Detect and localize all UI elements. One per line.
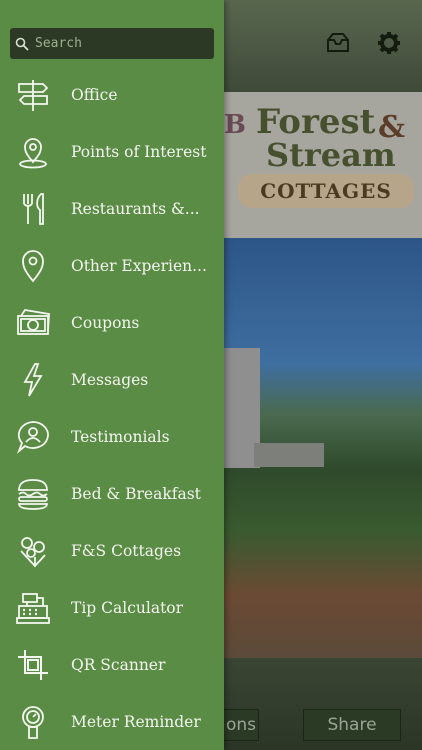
gear-icon[interactable] [376, 30, 402, 56]
menu-item-meter-reminder[interactable]: Meter Reminder [0, 693, 224, 750]
money-icon [14, 304, 52, 342]
menu-item-label: Restaurants &... [71, 199, 200, 218]
menu-item-label: Other Experien... [71, 256, 207, 275]
coupons-button[interactable]: ons [224, 709, 259, 741]
menu-item-label: F&S Cottages [71, 541, 182, 560]
building-shape [254, 443, 324, 467]
menu-list: Office Points of Interest Restaurants &.… [0, 66, 224, 750]
menu-item-label: Testimonials [71, 427, 170, 446]
logo-mark: B [224, 110, 246, 140]
menu-item-tip-calculator[interactable]: Tip Calculator [0, 579, 224, 636]
inbox-icon[interactable] [325, 30, 351, 56]
speech-bubble-icon [14, 418, 52, 456]
cash-register-icon [14, 589, 52, 627]
menu-item-label: Points of Interest [71, 142, 207, 161]
lightning-icon [14, 361, 52, 399]
search-box[interactable] [10, 28, 214, 59]
fork-knife-icon [14, 190, 52, 228]
menu-item-office[interactable]: Office [0, 66, 224, 123]
menu-item-coupons[interactable]: Coupons [0, 294, 224, 351]
menu-item-restaurants[interactable]: Restaurants &... [0, 180, 224, 237]
menu-item-label: Meter Reminder [71, 712, 201, 731]
map-pin-icon [14, 247, 52, 285]
flowers-icon [14, 532, 52, 570]
menu-item-label: Coupons [71, 313, 140, 332]
logo-stream: Stream [266, 136, 396, 174]
signpost-icon [14, 76, 52, 114]
burger-icon [14, 475, 52, 513]
menu-item-label: Tip Calculator [71, 598, 184, 617]
menu-item-fs-cottages[interactable]: F&S Cottages [0, 522, 224, 579]
menu-item-testimonials[interactable]: Testimonials [0, 408, 224, 465]
logo-cottages-ribbon: COTTAGES [238, 174, 414, 208]
menu-item-label: QR Scanner [71, 655, 166, 674]
side-drawer: Office Points of Interest Restaurants &.… [0, 0, 224, 750]
search-input[interactable] [33, 35, 207, 52]
menu-item-label: Office [71, 85, 118, 104]
logo-cottages: COTTAGES [260, 179, 392, 203]
menu-item-points-of-interest[interactable]: Points of Interest [0, 123, 224, 180]
search-icon [10, 37, 29, 51]
menu-item-messages[interactable]: Messages [0, 351, 224, 408]
menu-item-label: Bed & Breakfast [71, 484, 201, 503]
lighthouse-photo [224, 238, 422, 658]
menu-item-qr-scanner[interactable]: QR Scanner [0, 636, 224, 693]
menu-item-label: Messages [71, 370, 149, 389]
crop-icon [14, 646, 52, 684]
map-pin-icon [14, 133, 52, 171]
menu-item-bed-breakfast[interactable]: Bed & Breakfast [0, 465, 224, 522]
logo-banner: B Forest & Stream COTTAGES [224, 92, 422, 238]
menu-item-other-experiences[interactable]: Other Experien... [0, 237, 224, 294]
share-button[interactable]: Share [303, 709, 401, 741]
parking-meter-icon [14, 703, 52, 741]
